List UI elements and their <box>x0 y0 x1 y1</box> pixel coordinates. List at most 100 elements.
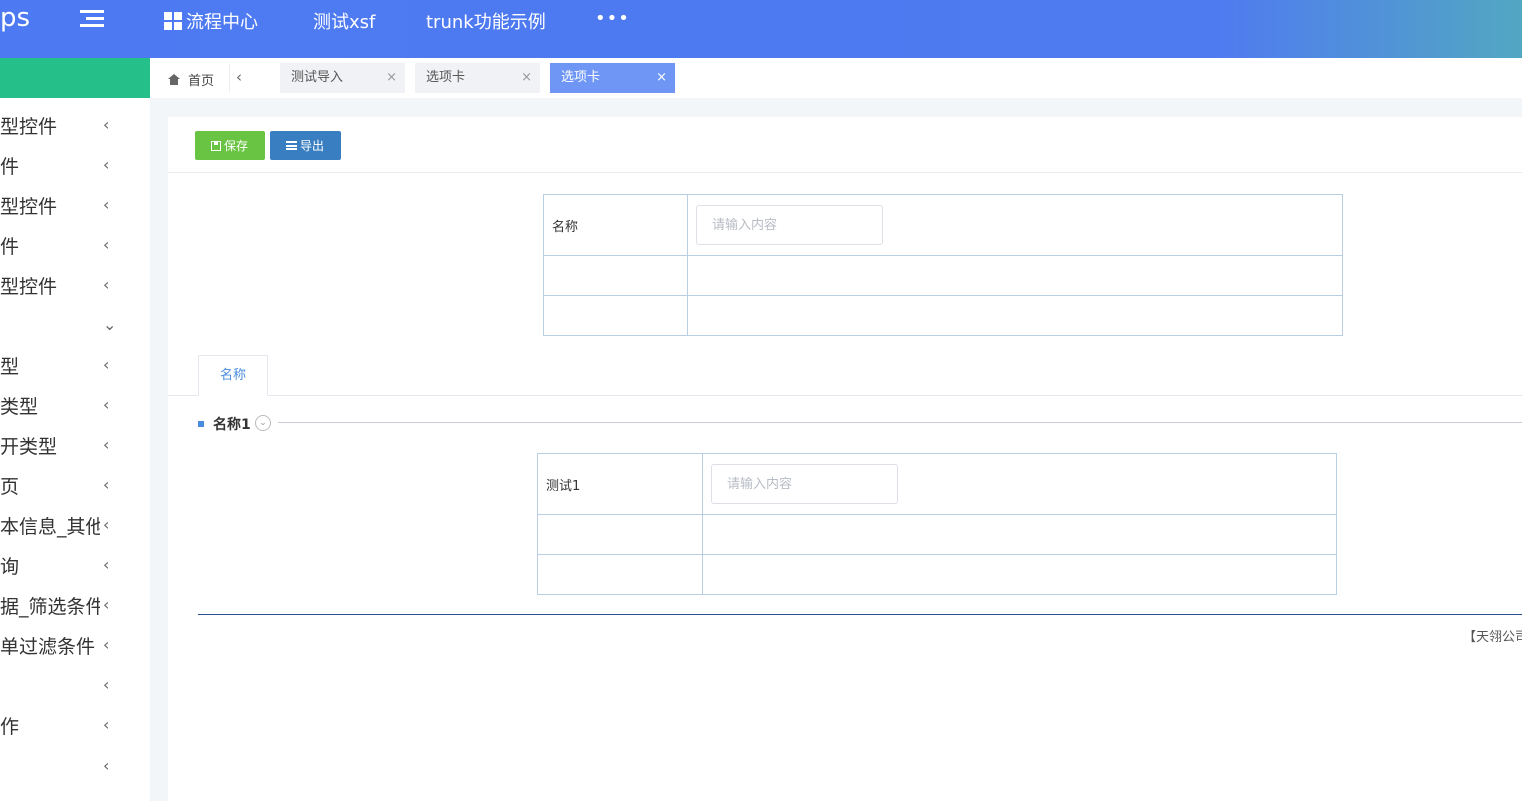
section-marker <box>198 421 204 427</box>
form-table-1: 名称 <box>543 194 1343 336</box>
chevron-left-icon: ‹ <box>103 756 110 775</box>
sidebar-item[interactable]: 据_筛选条件 ‹ <box>0 585 150 625</box>
empty-cell <box>702 514 1337 555</box>
tab-label: 测试导入 <box>291 70 344 85</box>
nav-trunk-examples[interactable]: trunk功能示例 <box>426 8 546 34</box>
sidebar-item[interactable]: 型控件 ‹ <box>0 185 150 225</box>
sidebar-item[interactable]: 单过滤条件 ‹ <box>0 625 150 665</box>
sidebar-item-label: 型控件 <box>0 115 58 138</box>
sidebar-item-label: 页 <box>0 475 20 498</box>
close-icon[interactable]: × <box>521 63 532 93</box>
empty-cell <box>543 255 688 296</box>
name-input[interactable] <box>696 205 883 245</box>
top-navbar: ps 流程中心 测试xsf trunk功能示例 ••• <box>0 0 1522 58</box>
sidebar-item[interactable]: 型 ‹ <box>0 345 150 385</box>
tab-options-2-active[interactable]: 选项卡 × <box>550 63 675 93</box>
nav-label: trunk功能示例 <box>426 12 546 33</box>
close-icon[interactable]: × <box>656 63 667 93</box>
sidebar-item[interactable]: 询 ‹ <box>0 545 150 585</box>
nav-label: 流程中心 <box>186 12 258 33</box>
sidebar-item[interactable]: ⌄ <box>0 305 150 345</box>
sidebar-item-label: 型控件 <box>0 195 58 218</box>
form-table-2: 测试1 <box>537 453 1337 595</box>
grid-icon <box>164 12 182 30</box>
chevron-left-icon: ‹ <box>103 115 110 134</box>
nav-process-center[interactable]: 流程中心 <box>164 8 258 34</box>
menu-toggle-icon[interactable] <box>80 10 104 30</box>
more-icon[interactable]: ••• <box>595 8 630 29</box>
field-cell <box>687 194 1343 256</box>
chevron-left-icon: ‹ <box>103 515 110 534</box>
chevron-left-icon: ‹ <box>103 275 110 294</box>
tab-bar: 首页 ‹ 测试导入 × 选项卡 × 选项卡 × <box>150 58 1522 98</box>
tab-home-label: 首页 <box>188 74 215 89</box>
sidebar-item[interactable]: 件 ‹ <box>0 225 150 265</box>
nav-label: 测试xsf <box>313 12 376 33</box>
nav-test-xsf[interactable]: 测试xsf <box>313 8 375 34</box>
tab-divider <box>229 64 230 92</box>
empty-cell <box>537 514 703 555</box>
main-content: 保存 导出 名称 名称 名称1 ⌄ 测试1 <box>168 117 1522 801</box>
tab-home[interactable]: 首页 <box>168 70 214 89</box>
chevron-left-icon: ‹ <box>103 715 110 734</box>
sidebar-item[interactable]: 类型 ‹ <box>0 385 150 425</box>
sidebar-item-label: 型 <box>0 355 20 378</box>
sidebar: 型控件 ‹ 件 ‹ 型控件 ‹ 件 ‹ 型控件 ‹ ⌄ 型 ‹ 类型 ‹ 开类型 ‹ 页 ‹ 本信息_其他 ‹ 询 ‹ 据_筛… <box>0 58 150 801</box>
empty-cell <box>537 554 703 595</box>
empty-cell <box>702 554 1337 595</box>
sidebar-item-label: 据_筛选条件 <box>0 595 100 618</box>
sub-tab-bar: 名称 <box>168 355 1522 396</box>
chevron-left-icon: ‹ <box>103 475 110 494</box>
save-icon <box>211 140 221 151</box>
sidebar-item[interactable]: 作 ‹ <box>0 705 150 745</box>
bottom-divider <box>198 614 1522 615</box>
collapse-icon[interactable]: ⌄ <box>255 415 271 431</box>
empty-cell <box>543 295 688 336</box>
close-icon[interactable]: × <box>386 63 397 93</box>
empty-cell <box>687 255 1343 296</box>
chevron-left-icon: ‹ <box>103 235 110 254</box>
chevron-left-icon[interactable]: ‹ <box>236 68 242 86</box>
sidebar-item[interactable]: ‹ <box>0 746 150 786</box>
field-label: 测试1 <box>537 453 703 515</box>
export-button[interactable]: 导出 <box>270 131 341 160</box>
sidebar-item-label: 型控件 <box>0 275 58 298</box>
sidebar-item-label: 作 <box>0 715 20 738</box>
tab-options-1[interactable]: 选项卡 × <box>415 63 540 93</box>
sidebar-item[interactable]: 型控件 ‹ <box>0 265 150 305</box>
chevron-down-icon: ⌄ <box>103 315 117 334</box>
field-cell <box>702 453 1337 515</box>
empty-cell <box>687 295 1343 336</box>
chevron-left-icon: ‹ <box>103 155 110 174</box>
sidebar-header <box>0 58 150 98</box>
sidebar-item[interactable]: ‹ <box>0 665 150 705</box>
save-label: 保存 <box>224 139 249 153</box>
chevron-left-icon: ‹ <box>103 595 110 614</box>
chevron-left-icon: ‹ <box>103 555 110 574</box>
sidebar-item[interactable]: 开类型 ‹ <box>0 425 150 465</box>
test1-input[interactable] <box>711 464 898 504</box>
footer-copyright: 【天翎公司 <box>1463 630 1522 645</box>
sidebar-item-label: 本信息_其他 <box>0 515 100 538</box>
sidebar-item[interactable]: 本信息_其他 ‹ <box>0 505 150 545</box>
chevron-left-icon: ‹ <box>103 195 110 214</box>
sub-tab-name[interactable]: 名称 <box>198 355 268 396</box>
sidebar-item[interactable]: 型控件 ‹ <box>0 105 150 145</box>
toolbar: 保存 导出 <box>168 117 1522 173</box>
sidebar-item-label: 类型 <box>0 395 39 418</box>
tab-test-import[interactable]: 测试导入 × <box>280 63 405 93</box>
sidebar-item-label: 开类型 <box>0 435 58 458</box>
sidebar-item-label: 件 <box>0 235 20 258</box>
field-label: 名称 <box>543 194 688 256</box>
sidebar-item-label: 件 <box>0 155 20 178</box>
save-button[interactable]: 保存 <box>195 131 265 160</box>
chevron-left-icon: ‹ <box>103 435 110 454</box>
chevron-left-icon: ‹ <box>103 675 110 694</box>
sidebar-item[interactable]: 页 ‹ <box>0 465 150 505</box>
sidebar-item[interactable]: 件 ‹ <box>0 145 150 185</box>
home-icon <box>168 74 180 85</box>
chevron-left-icon: ‹ <box>103 355 110 374</box>
app-logo[interactable]: ps <box>0 3 30 33</box>
chevron-left-icon: ‹ <box>103 395 110 414</box>
section-divider <box>278 422 1522 423</box>
